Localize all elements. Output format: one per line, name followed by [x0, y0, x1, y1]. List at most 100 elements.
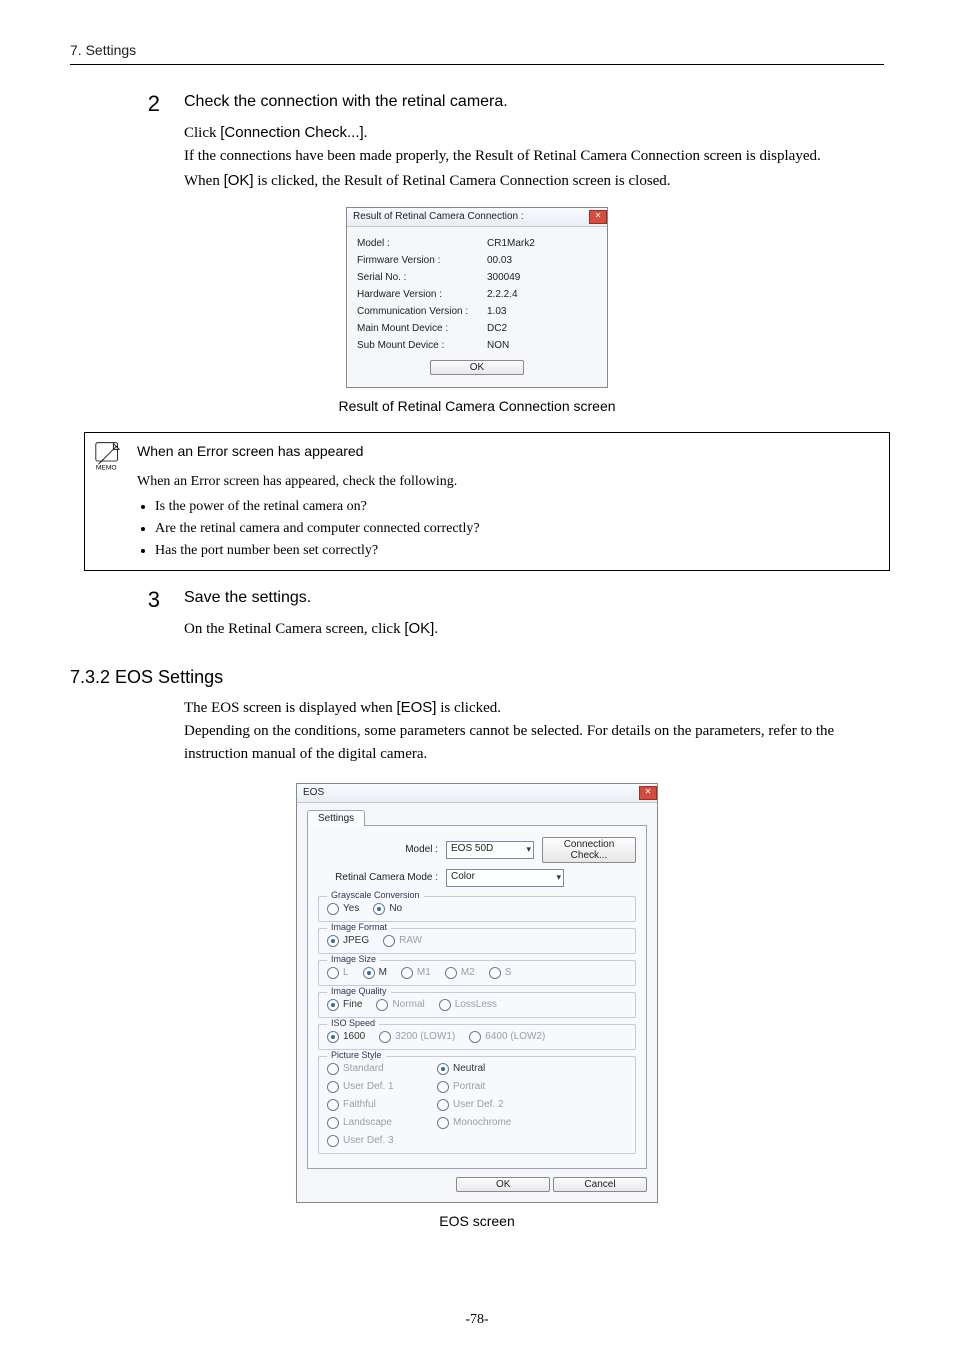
mode-select[interactable]: Color	[446, 869, 564, 887]
paragraph: The EOS screen is displayed when [EOS] i…	[184, 696, 884, 767]
label: Communication Version :	[357, 306, 487, 317]
radio-iso-3200[interactable]: 3200 (LOW1)	[379, 1031, 455, 1043]
memo-box: MEMO When an Error screen has appeared W…	[84, 432, 890, 571]
label: Firmware Version :	[357, 255, 487, 266]
ui-ref-eos: [EOS]	[396, 699, 436, 716]
dialog-result-connection: Result of Retinal Camera Connection : ✕ …	[346, 207, 608, 388]
ui-ref-connection-check: [Connection Check...]	[220, 124, 363, 141]
model-select[interactable]: EOS 50D	[446, 841, 534, 859]
step-heading: Save the settings.	[184, 589, 884, 607]
radio-size-m1[interactable]: M1	[401, 967, 431, 979]
group-quality: Image Quality Fine Normal LossLess	[318, 992, 636, 1018]
radio-ps-ud3[interactable]: User Def. 3	[327, 1135, 417, 1147]
connection-check-button[interactable]: Connection Check...	[542, 837, 636, 863]
text: is clicked.	[436, 700, 501, 716]
text: Faithful	[343, 1099, 376, 1110]
radio-ps-standard[interactable]: Standard	[327, 1063, 417, 1075]
group-iso: ISO Speed 1600 3200 (LOW1) 6400 (LOW2)	[318, 1024, 636, 1050]
window-close-icon[interactable]: ✕	[637, 786, 657, 800]
text: 1600	[343, 1031, 365, 1042]
text: Yes	[343, 903, 359, 914]
group-title: Image Size	[327, 954, 380, 964]
text: JPEG	[343, 935, 369, 946]
radio-size-m2[interactable]: M2	[445, 967, 475, 979]
step-number: 2	[70, 93, 184, 193]
radio-iso-1600[interactable]: 1600	[327, 1031, 365, 1043]
ui-ref-ok: [OK]	[404, 620, 434, 637]
text: The EOS screen is displayed when	[184, 700, 396, 716]
text: M2	[461, 967, 475, 978]
text: User Def. 2	[453, 1099, 504, 1110]
value: 300049	[487, 272, 520, 283]
text: M	[379, 967, 387, 978]
ok-button[interactable]: OK	[430, 360, 524, 375]
radio-q-fine[interactable]: Fine	[327, 999, 362, 1011]
text: Standard	[343, 1063, 384, 1074]
group-title: Image Format	[327, 922, 391, 932]
radio-gray-no[interactable]: No	[373, 903, 402, 915]
group-title: ISO Speed	[327, 1018, 379, 1028]
text: No	[389, 903, 402, 914]
text: L	[343, 967, 349, 978]
text: RAW	[399, 935, 422, 946]
text: Connection	[564, 839, 615, 850]
text: Fine	[343, 999, 362, 1010]
group-grayscale: Grayscale Conversion Yes No	[318, 896, 636, 922]
text: When an Error screen has appeared, check…	[137, 474, 457, 489]
radio-iso-6400[interactable]: 6400 (LOW2)	[469, 1031, 545, 1043]
value: DC2	[487, 323, 507, 334]
radio-ps-neutral[interactable]: Neutral	[437, 1063, 527, 1075]
radio-ps-ud2[interactable]: User Def. 2	[437, 1099, 527, 1111]
dialog-title: EOS	[303, 787, 324, 798]
value: 1.03	[487, 306, 506, 317]
text: Click	[184, 125, 220, 141]
dialog-eos: EOS ✕ Settings Model : EOS 50D Connectio…	[296, 783, 658, 1203]
text: User Def. 3	[343, 1135, 394, 1146]
page-number: -78-	[0, 1312, 954, 1328]
dialog-title: Result of Retinal Camera Connection :	[353, 211, 524, 222]
text: Portrait	[453, 1081, 485, 1092]
text: Landscape	[343, 1117, 392, 1128]
text: Monochrome	[453, 1117, 511, 1128]
header-rule	[70, 64, 884, 65]
label: Main Mount Device :	[357, 323, 487, 334]
radio-q-normal[interactable]: Normal	[376, 999, 424, 1011]
step-number: 3	[70, 589, 184, 641]
window-close-icon[interactable]: ✕	[587, 210, 607, 224]
radio-ps-landscape[interactable]: Landscape	[327, 1117, 417, 1129]
text: User Def. 1	[343, 1081, 394, 1092]
radio-gray-yes[interactable]: Yes	[327, 903, 359, 915]
radio-size-m[interactable]: M	[363, 967, 387, 979]
text: S	[505, 967, 512, 978]
radio-fmt-jpeg[interactable]: JPEG	[327, 935, 369, 947]
text: Depending on the conditions, some parame…	[184, 723, 834, 762]
radio-ps-faithful[interactable]: Faithful	[327, 1099, 417, 1111]
radio-ps-ud1[interactable]: User Def. 1	[327, 1081, 417, 1093]
memo-icon: MEMO	[93, 441, 127, 471]
list-item: Are the retinal camera and computer conn…	[155, 518, 879, 540]
radio-q-lossless[interactable]: LossLess	[439, 999, 497, 1011]
step-heading: Check the connection with the retinal ca…	[184, 93, 884, 111]
cancel-button[interactable]: Cancel	[553, 1177, 647, 1192]
text: .	[364, 125, 368, 141]
radio-size-l[interactable]: L	[327, 967, 349, 979]
radio-fmt-raw[interactable]: RAW	[383, 935, 422, 947]
radio-ps-monochrome[interactable]: Monochrome	[437, 1117, 527, 1129]
group-title: Picture Style	[327, 1050, 386, 1060]
radio-size-s[interactable]: S	[489, 967, 512, 979]
radio-ps-portrait[interactable]: Portrait	[437, 1081, 527, 1093]
value: NON	[487, 340, 509, 351]
text: Check...	[571, 850, 608, 861]
text: If the connections have been made proper…	[184, 148, 821, 164]
svg-text:MEMO: MEMO	[96, 464, 117, 471]
text: Normal	[392, 999, 424, 1010]
step-3: 3 Save the settings. On the Retinal Came…	[70, 589, 884, 641]
text: LossLess	[455, 999, 497, 1010]
ok-button[interactable]: OK	[456, 1177, 550, 1192]
text: M1	[417, 967, 431, 978]
text: When	[184, 173, 224, 189]
text: 3200 (LOW1)	[395, 1031, 455, 1042]
tab-settings[interactable]: Settings	[307, 810, 365, 826]
subsection-heading: 7.3.2 EOS Settings	[70, 667, 884, 688]
text: Neutral	[453, 1063, 485, 1074]
